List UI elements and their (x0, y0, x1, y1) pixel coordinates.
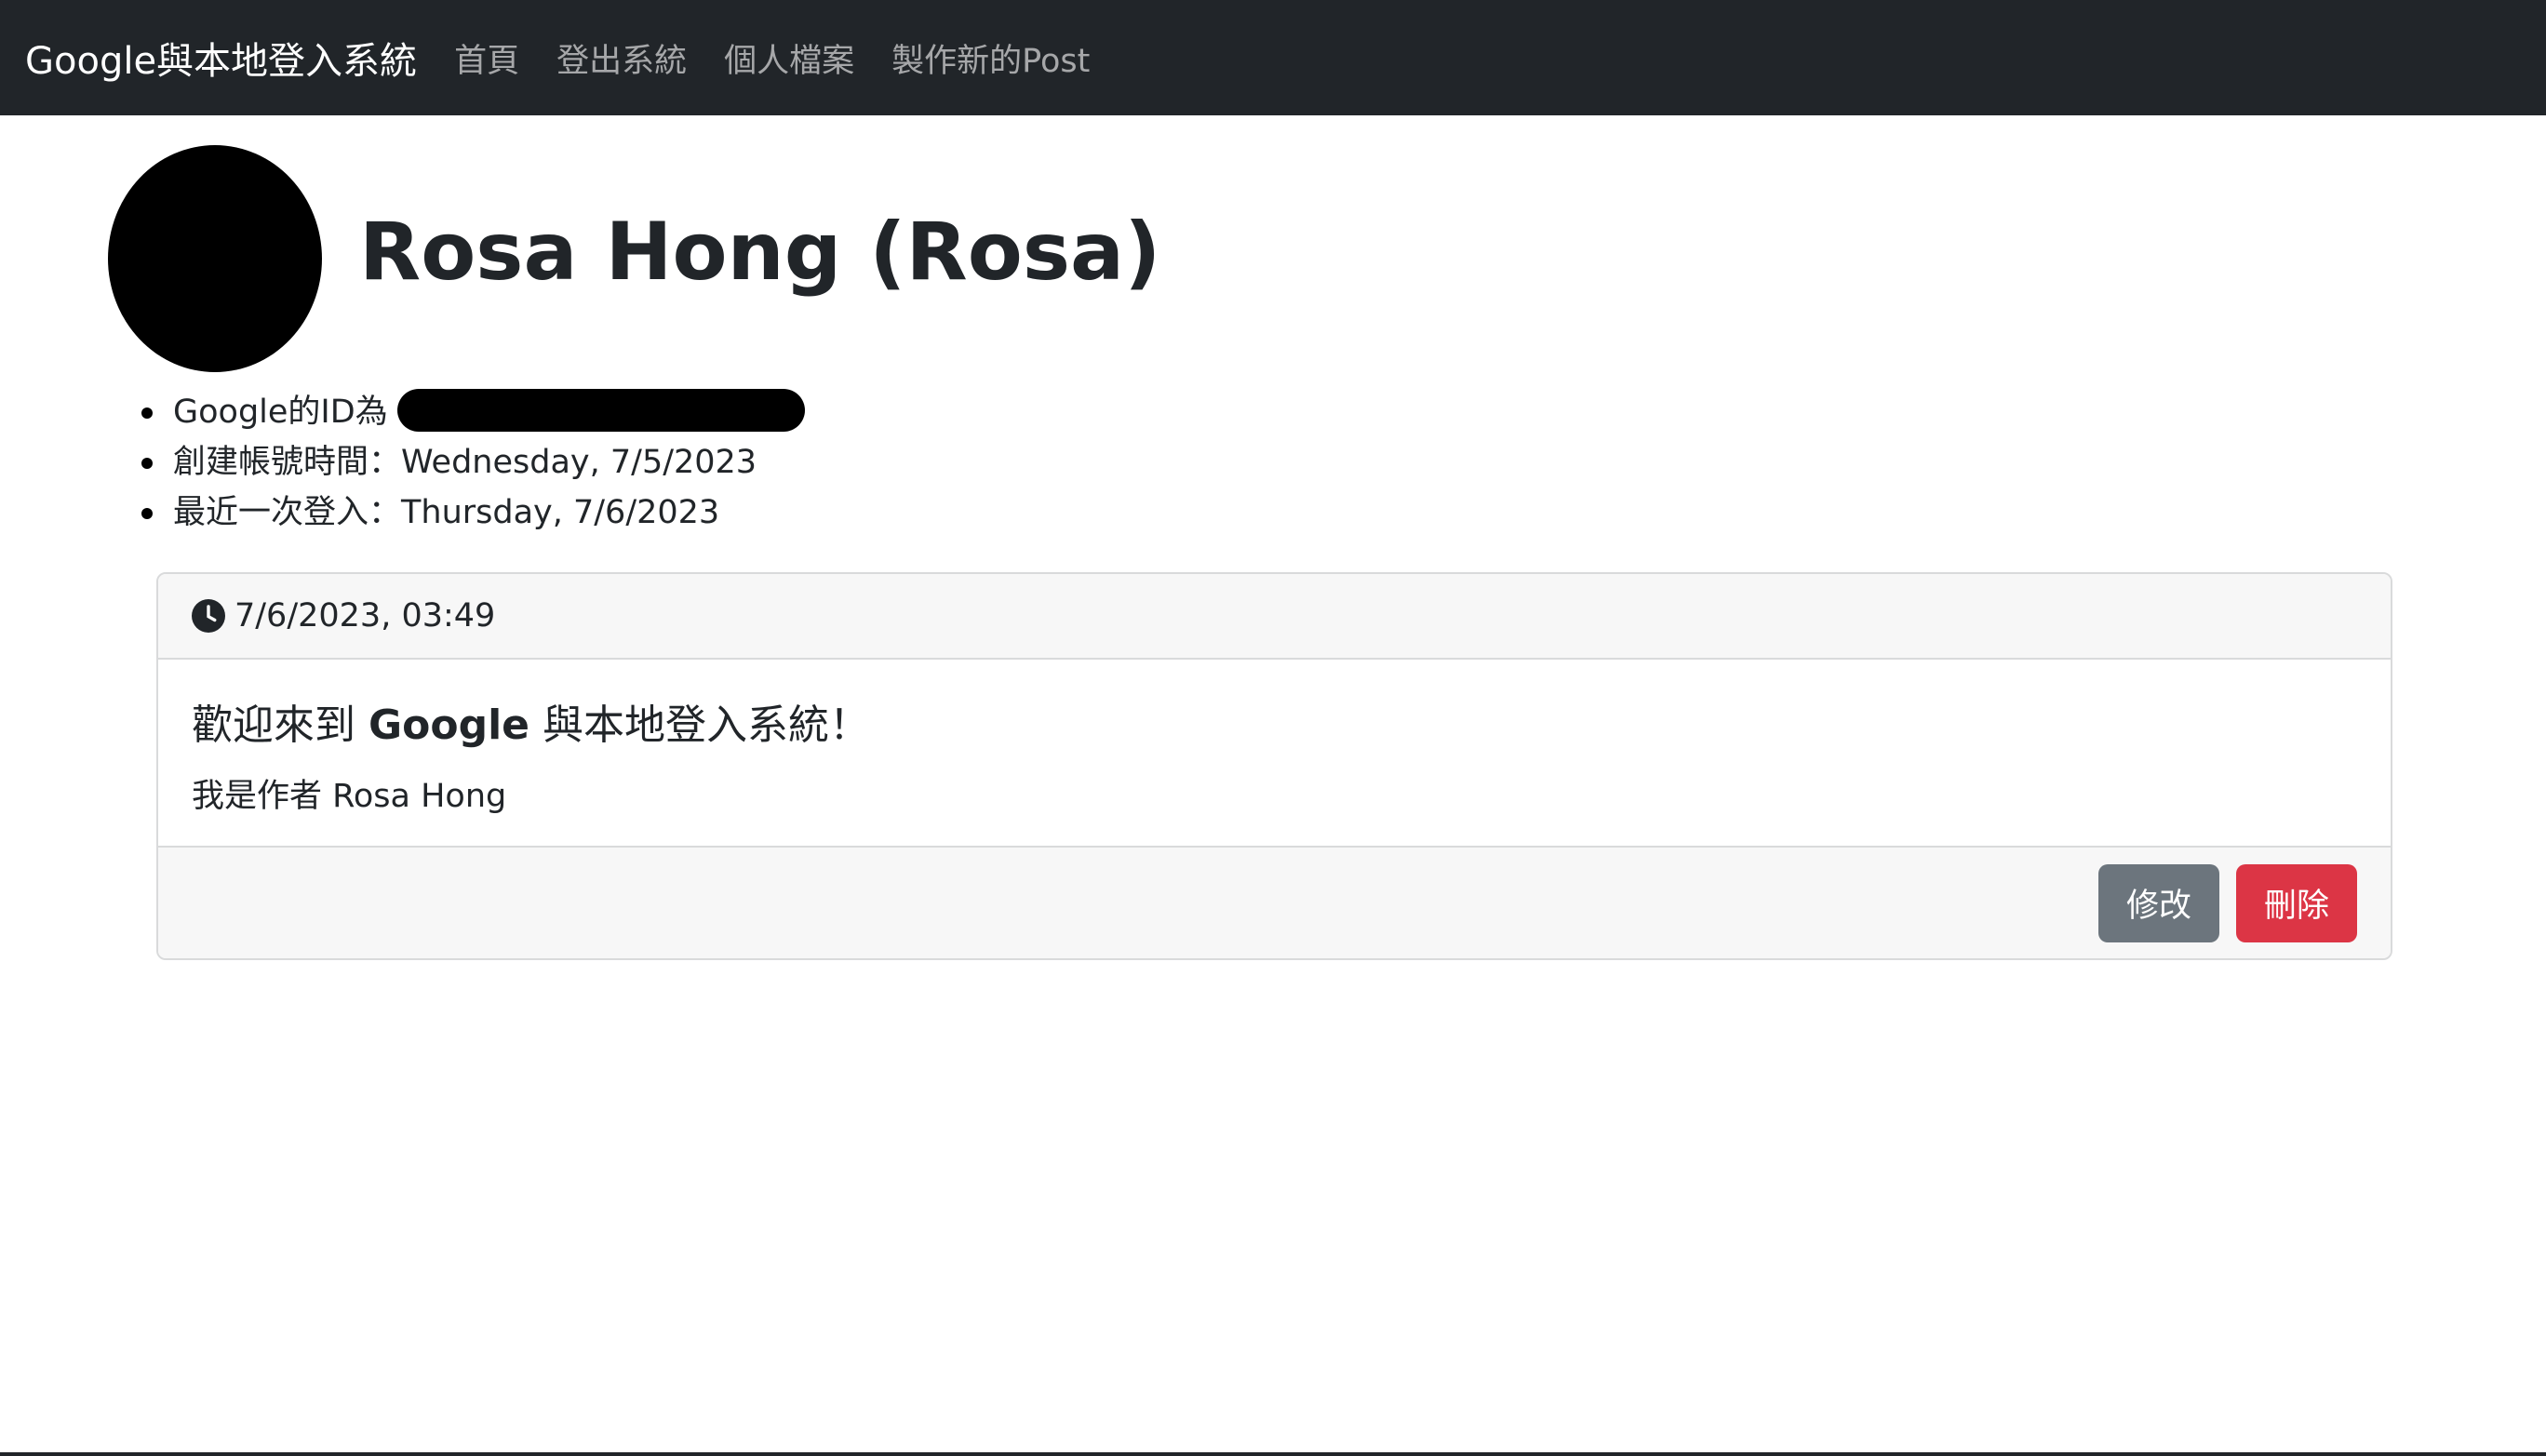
google-id-item: Google的ID為 (138, 387, 805, 437)
nav-link-new-post[interactable]: 製作新的Post (891, 34, 1090, 82)
nav-link-logout[interactable]: 登出系統 (556, 34, 687, 82)
post-timestamp: 7/6/2023, 03:49 (234, 597, 496, 634)
nav-links: 首頁 登出系統 個人檔案 製作新的Post (454, 34, 1127, 82)
post-body: 我是作者 Rosa Hong (192, 778, 507, 815)
delete-button[interactable]: 刪除 (2236, 863, 2357, 942)
post-card: 7/6/2023, 03:49 歡迎來到 Google 與本地登入系統！ 我是作… (156, 572, 2392, 960)
edit-button[interactable]: 修改 (2098, 863, 2219, 942)
profile-name: Rosa Hong (Rosa) (359, 206, 1161, 299)
bottom-border (0, 1452, 2546, 1456)
post-card-header: 7/6/2023, 03:49 (158, 574, 2391, 660)
created-item: 創建帳號時間：Wednesday, 7/5/2023 (138, 437, 805, 488)
clock-icon (192, 599, 225, 633)
navbar-brand[interactable]: Google與本地登入系統 (25, 31, 417, 85)
post-card-footer: 修改 刪除 (158, 846, 2391, 958)
created-label: 創建帳號時間：Wednesday, 7/5/2023 (173, 444, 757, 481)
navbar: Google與本地登入系統 首頁 登出系統 個人檔案 製作新的Post (0, 0, 2546, 115)
post-title: 歡迎來到 Google 與本地登入系統！ (192, 691, 2357, 751)
nav-link-profile[interactable]: 個人檔案 (724, 34, 854, 82)
google-id-label: Google的ID為 (173, 394, 388, 431)
post-title-suffix: 與本地登入系統！ (529, 701, 870, 749)
avatar (108, 145, 322, 372)
nav-link-home[interactable]: 首頁 (454, 34, 519, 82)
last-login-item: 最近一次登入：Thursday, 7/6/2023 (138, 488, 805, 538)
profile-info-list: Google的ID為 創建帳號時間：Wednesday, 7/5/2023 最近… (138, 387, 805, 538)
post-card-body: 歡迎來到 Google 與本地登入系統！ 我是作者 Rosa Hong (158, 660, 2391, 846)
post-title-bold: Google (368, 701, 529, 749)
redacted-google-id (396, 389, 805, 432)
post-title-prefix: 歡迎來到 (192, 701, 368, 749)
last-login-label: 最近一次登入：Thursday, 7/6/2023 (173, 494, 720, 531)
